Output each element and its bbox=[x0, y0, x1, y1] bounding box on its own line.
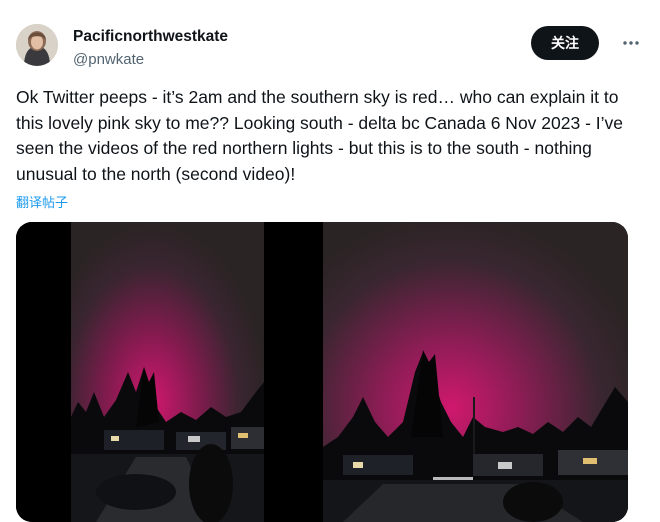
avatar-image bbox=[16, 24, 58, 66]
video-thumbnail-1[interactable] bbox=[16, 222, 319, 522]
user-avatar[interactable] bbox=[16, 24, 58, 66]
tweet-header: Pacificnorthwestkate @pnwkate 关注 bbox=[16, 24, 644, 74]
user-names: Pacificnorthwestkate @pnwkate bbox=[73, 28, 228, 69]
follow-button[interactable]: 关注 bbox=[531, 26, 599, 60]
more-horizontal-icon[interactable] bbox=[620, 32, 642, 54]
video-1-image bbox=[16, 222, 319, 522]
tweet-text: Ok Twitter peeps - it’s 2am and the sout… bbox=[16, 87, 624, 184]
translate-post-link[interactable]: 翻译帖子 bbox=[16, 192, 68, 211]
display-name[interactable]: Pacificnorthwestkate bbox=[73, 28, 228, 46]
video-thumbnail-2[interactable] bbox=[323, 222, 628, 522]
video-2-image bbox=[323, 222, 628, 522]
media-gallery bbox=[16, 222, 628, 522]
user-handle[interactable]: @pnwkate bbox=[73, 51, 228, 69]
